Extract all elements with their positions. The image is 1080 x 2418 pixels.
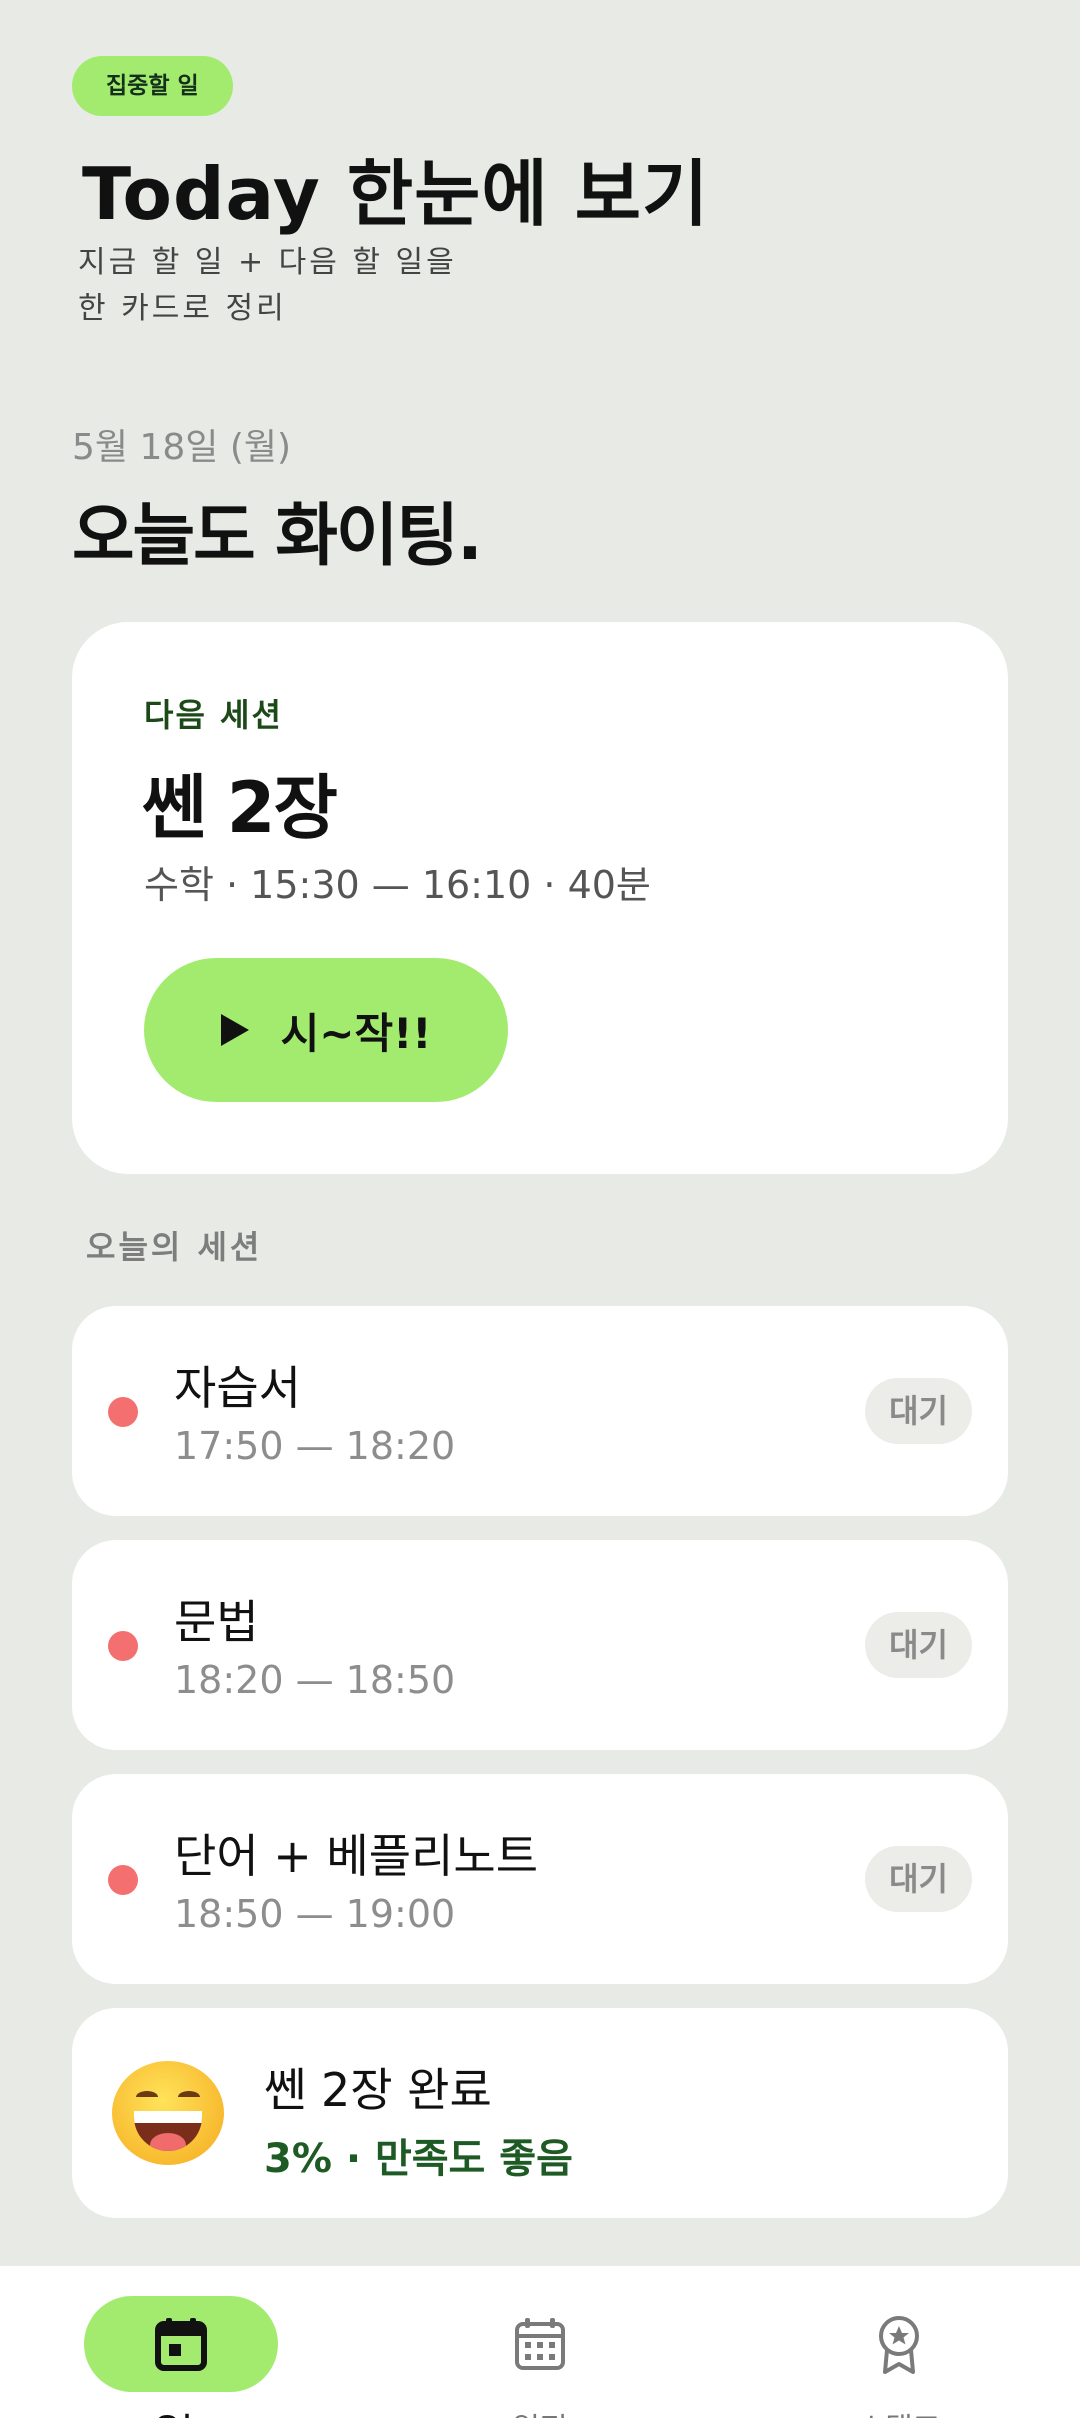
session-item[interactable]: 문법 18:20 — 18:50 대기 bbox=[72, 1540, 1008, 1750]
session-name: 자습서 bbox=[174, 1361, 301, 1415]
session-item[interactable]: 단어 + 베플리노트 18:50 — 19:00 대기 bbox=[72, 1774, 1008, 1984]
next-session-meta: 수학 · 15:30 — 16:10 · 40분 bbox=[144, 863, 651, 907]
nav-item-today[interactable]: 오늘 bbox=[84, 2296, 278, 2418]
session-time: 18:20 — 18:50 bbox=[174, 1658, 456, 1702]
award-badge-icon bbox=[879, 2316, 919, 2374]
grinning-face-icon bbox=[112, 2061, 224, 2165]
status-dot bbox=[108, 1397, 138, 1427]
greeting-title: 오늘도 화이팅. bbox=[72, 497, 483, 576]
start-session-button[interactable]: 시~작!! bbox=[144, 958, 508, 1102]
next-session-label: 다음 세션 bbox=[144, 696, 283, 734]
nav-label: 일정 bbox=[443, 2404, 637, 2418]
nav-label: 스탬프 bbox=[802, 2404, 996, 2418]
start-button-label: 시~작!! bbox=[280, 1008, 432, 1058]
play-icon bbox=[220, 1014, 249, 1046]
promo-header: 집중할 일 Today 한눈에 보기 지금 할 일 + 다음 할 일을 한 카드… bbox=[0, 0, 1080, 370]
focus-tag: 집중할 일 bbox=[72, 56, 233, 116]
promo-subtitle: 지금 할 일 + 다음 할 일을 한 카드로 정리 bbox=[78, 240, 457, 332]
promo-subtitle-line1: 지금 할 일 + 다음 할 일을 bbox=[78, 245, 457, 280]
session-item[interactable]: 자습서 17:50 — 18:20 대기 bbox=[72, 1306, 1008, 1516]
session-name: 단어 + 베플리노트 bbox=[174, 1829, 539, 1883]
session-name: 문법 bbox=[174, 1595, 259, 1649]
completed-session-card[interactable]: 쎈 2장 완료 3% · 만족도 좋음 bbox=[72, 2008, 1008, 2218]
completed-summary: 3% · 만족도 좋음 bbox=[264, 2136, 573, 2182]
session-time: 18:50 — 19:00 bbox=[174, 1892, 456, 1936]
calendar-grid-icon bbox=[515, 2318, 565, 2370]
nav-item-stamps[interactable]: 스탬프 bbox=[802, 2296, 996, 2418]
nav-label: 오늘 bbox=[84, 2404, 278, 2418]
next-session-title: 쎈 2장 bbox=[142, 767, 338, 849]
today-sessions-label: 오늘의 세션 bbox=[86, 1228, 263, 1266]
status-dot bbox=[108, 1865, 138, 1895]
session-time: 17:50 — 18:20 bbox=[174, 1424, 456, 1468]
next-session-card: 다음 세션 쎈 2장 수학 · 15:30 — 16:10 · 40분 시~작!… bbox=[72, 622, 1008, 1174]
promo-title: Today 한눈에 보기 bbox=[82, 152, 710, 236]
status-dot bbox=[108, 1631, 138, 1661]
status-badge: 대기 bbox=[865, 1612, 972, 1678]
completed-title: 쎈 2장 완료 bbox=[264, 2063, 492, 2117]
promo-subtitle-line2: 한 카드로 정리 bbox=[78, 291, 287, 326]
status-badge: 대기 bbox=[865, 1378, 972, 1444]
calendar-today-icon bbox=[155, 2318, 207, 2371]
status-badge: 대기 bbox=[865, 1846, 972, 1912]
bottom-navigation: 오늘 일정 bbox=[0, 2266, 1080, 2418]
date-label: 5월 18일 (월) bbox=[72, 427, 292, 468]
nav-item-schedule[interactable]: 일정 bbox=[443, 2296, 637, 2418]
